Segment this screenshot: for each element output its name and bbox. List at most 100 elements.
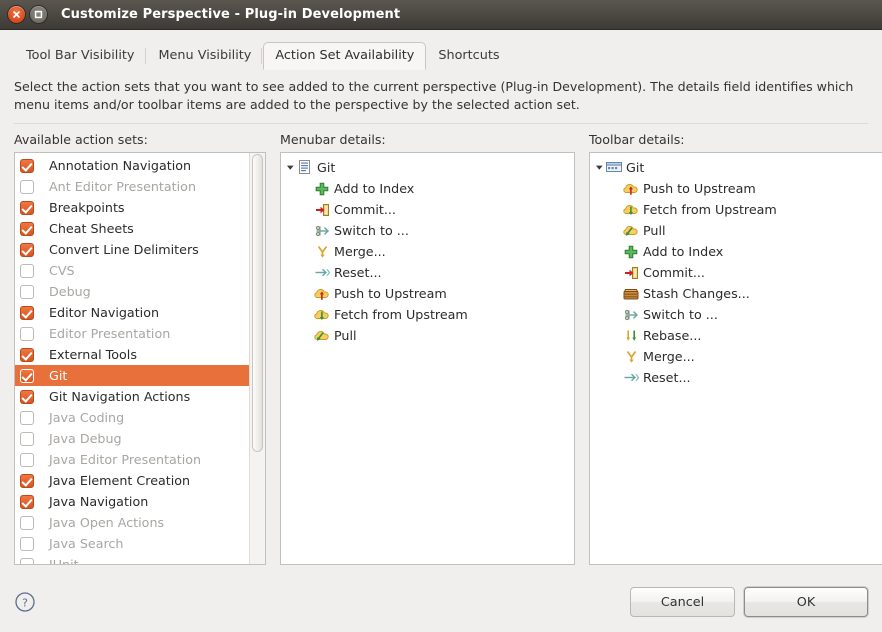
action-set-checkbox[interactable] <box>20 200 34 215</box>
tree-item-row[interactable]: Add to Index <box>285 178 574 199</box>
action-set-row[interactable]: Editor Navigation <box>15 302 265 323</box>
action-set-row[interactable]: External Tools <box>15 344 265 365</box>
tree-item-label: Merge... <box>643 349 695 364</box>
action-set-row[interactable]: Java Coding <box>15 407 265 428</box>
tree-item-row[interactable]: Merge... <box>285 241 574 262</box>
tree-item-label: Switch to ... <box>643 307 718 322</box>
tree-item-row[interactable]: Pull <box>594 220 882 241</box>
tree-item-label: Push to Upstream <box>334 286 447 301</box>
available-action-sets-label: Available action sets: <box>14 132 148 147</box>
pull-icon <box>623 223 639 239</box>
tree-item-row[interactable]: Reset... <box>594 367 882 388</box>
tree-item-row[interactable]: Push to Upstream <box>594 178 882 199</box>
action-set-checkbox[interactable] <box>20 347 34 362</box>
action-set-checkbox[interactable] <box>20 158 34 173</box>
close-icon[interactable] <box>8 6 25 23</box>
action-set-checkbox[interactable] <box>20 410 34 425</box>
details-columns: Available action sets: Annotation Naviga… <box>14 132 882 565</box>
action-set-row[interactable]: Cheat Sheets <box>15 218 265 239</box>
action-set-label: Editor Navigation <box>49 304 160 320</box>
action-set-row[interactable]: Java Editor Presentation <box>15 449 265 470</box>
divider <box>14 123 868 124</box>
tree-root-label: Git <box>626 160 645 175</box>
action-set-row[interactable]: Java Search <box>15 533 265 554</box>
toolbar-details-column: Toolbar details: Git Push to Upstream Fetc… <box>589 132 882 565</box>
action-sets-list[interactable]: Annotation Navigation Ant Editor Presenta… <box>15 153 265 564</box>
tab-menu-visibility[interactable]: Menu Visibility <box>147 42 264 70</box>
tree-item-row[interactable]: Rebase... <box>594 325 882 346</box>
tree-item-row[interactable]: Pull <box>285 325 574 346</box>
menubar-tree[interactable]: Git Add to Index Commit... Switch to ... Mer… <box>281 153 574 346</box>
action-set-checkbox[interactable] <box>20 494 34 509</box>
action-set-checkbox[interactable] <box>20 284 34 299</box>
tree-item-row[interactable]: Push to Upstream <box>285 283 574 304</box>
action-set-checkbox[interactable] <box>20 389 34 404</box>
chevron-down-icon[interactable] <box>285 163 296 172</box>
action-set-row[interactable]: Git Navigation Actions <box>15 386 265 407</box>
tab-shortcuts[interactable]: Shortcuts <box>426 42 511 70</box>
action-sets-scrollbar[interactable] <box>249 153 265 564</box>
action-set-row[interactable]: Debug <box>15 281 265 302</box>
tree-item-row[interactable]: Fetch from Upstream <box>594 199 882 220</box>
action-set-checkbox[interactable] <box>20 179 34 194</box>
tab-tool-bar-visibility[interactable]: Tool Bar Visibility <box>14 42 147 70</box>
action-set-row[interactable]: Breakpoints <box>15 197 265 218</box>
tree-item-row[interactable]: Reset... <box>285 262 574 283</box>
maximize-icon[interactable] <box>30 6 47 23</box>
action-set-row[interactable]: Java Open Actions <box>15 512 265 533</box>
toolbar-details-panel[interactable]: Git Push to Upstream Fetch from Upstream Pu… <box>589 152 882 565</box>
action-set-checkbox[interactable] <box>20 515 34 530</box>
tree-item-label: Fetch from Upstream <box>643 202 777 217</box>
action-set-row[interactable]: Editor Presentation <box>15 323 265 344</box>
action-set-row[interactable]: Annotation Navigation <box>15 155 265 176</box>
menubar-details-panel[interactable]: Git Add to Index Commit... Switch to ... Mer… <box>280 152 575 565</box>
tree-item-row[interactable]: Fetch from Upstream <box>285 304 574 325</box>
tree-root-row[interactable]: Git <box>594 157 882 178</box>
action-set-checkbox[interactable] <box>20 242 34 257</box>
action-set-row[interactable]: Git <box>15 365 265 386</box>
action-set-row[interactable]: Convert Line Delimiters <box>15 239 265 260</box>
action-set-row[interactable]: Ant Editor Presentation <box>15 176 265 197</box>
action-set-label: Java Search <box>49 535 124 551</box>
tab-action-set-availability[interactable]: Action Set Availability <box>263 42 427 70</box>
action-set-row[interactable]: Java Navigation <box>15 491 265 512</box>
action-set-checkbox[interactable] <box>20 557 34 564</box>
scrollbar-thumb[interactable] <box>252 154 263 452</box>
action-set-checkbox[interactable] <box>20 326 34 341</box>
tree-item-label: Fetch from Upstream <box>334 307 468 322</box>
action-set-checkbox[interactable] <box>20 305 34 320</box>
tree-item-row[interactable]: Add to Index <box>594 241 882 262</box>
svg-text:?: ? <box>22 597 28 610</box>
available-action-sets-panel[interactable]: Annotation Navigation Ant Editor Presenta… <box>14 152 266 565</box>
title-bar: Customize Perspective - Plug-in Developm… <box>0 0 882 30</box>
action-set-label: JUnit <box>49 556 79 564</box>
action-set-checkbox[interactable] <box>20 473 34 488</box>
action-set-checkbox[interactable] <box>20 431 34 446</box>
action-set-label: Annotation Navigation <box>49 157 192 173</box>
tree-item-row[interactable]: Switch to ... <box>285 220 574 241</box>
chevron-down-icon[interactable] <box>594 163 605 172</box>
action-set-label: Java Coding <box>49 409 125 425</box>
action-set-row[interactable]: JUnit <box>15 554 265 564</box>
help-icon[interactable]: ? <box>14 591 36 613</box>
tree-root-row[interactable]: Git <box>285 157 574 178</box>
tree-item-row[interactable]: Merge... <box>594 346 882 367</box>
action-set-checkbox[interactable] <box>20 263 34 278</box>
tree-item-row[interactable]: Switch to ... <box>594 304 882 325</box>
ok-button[interactable]: OK <box>744 587 868 617</box>
tree-item-row[interactable]: Commit... <box>594 262 882 283</box>
action-set-label: External Tools <box>49 346 137 362</box>
toolbar-tree[interactable]: Git Push to Upstream Fetch from Upstream Pu… <box>590 153 882 388</box>
switch-icon <box>623 307 639 323</box>
cancel-button[interactable]: Cancel <box>630 587 735 617</box>
action-set-row[interactable]: Java Element Creation <box>15 470 265 491</box>
tree-item-label: Commit... <box>643 265 705 280</box>
action-set-checkbox[interactable] <box>20 452 34 467</box>
action-set-row[interactable]: CVS <box>15 260 265 281</box>
tree-item-row[interactable]: Commit... <box>285 199 574 220</box>
action-set-checkbox[interactable] <box>20 221 34 236</box>
action-set-checkbox[interactable] <box>20 536 34 551</box>
action-set-checkbox[interactable] <box>20 368 34 383</box>
tree-item-row[interactable]: Stash Changes... <box>594 283 882 304</box>
action-set-row[interactable]: Java Debug <box>15 428 265 449</box>
